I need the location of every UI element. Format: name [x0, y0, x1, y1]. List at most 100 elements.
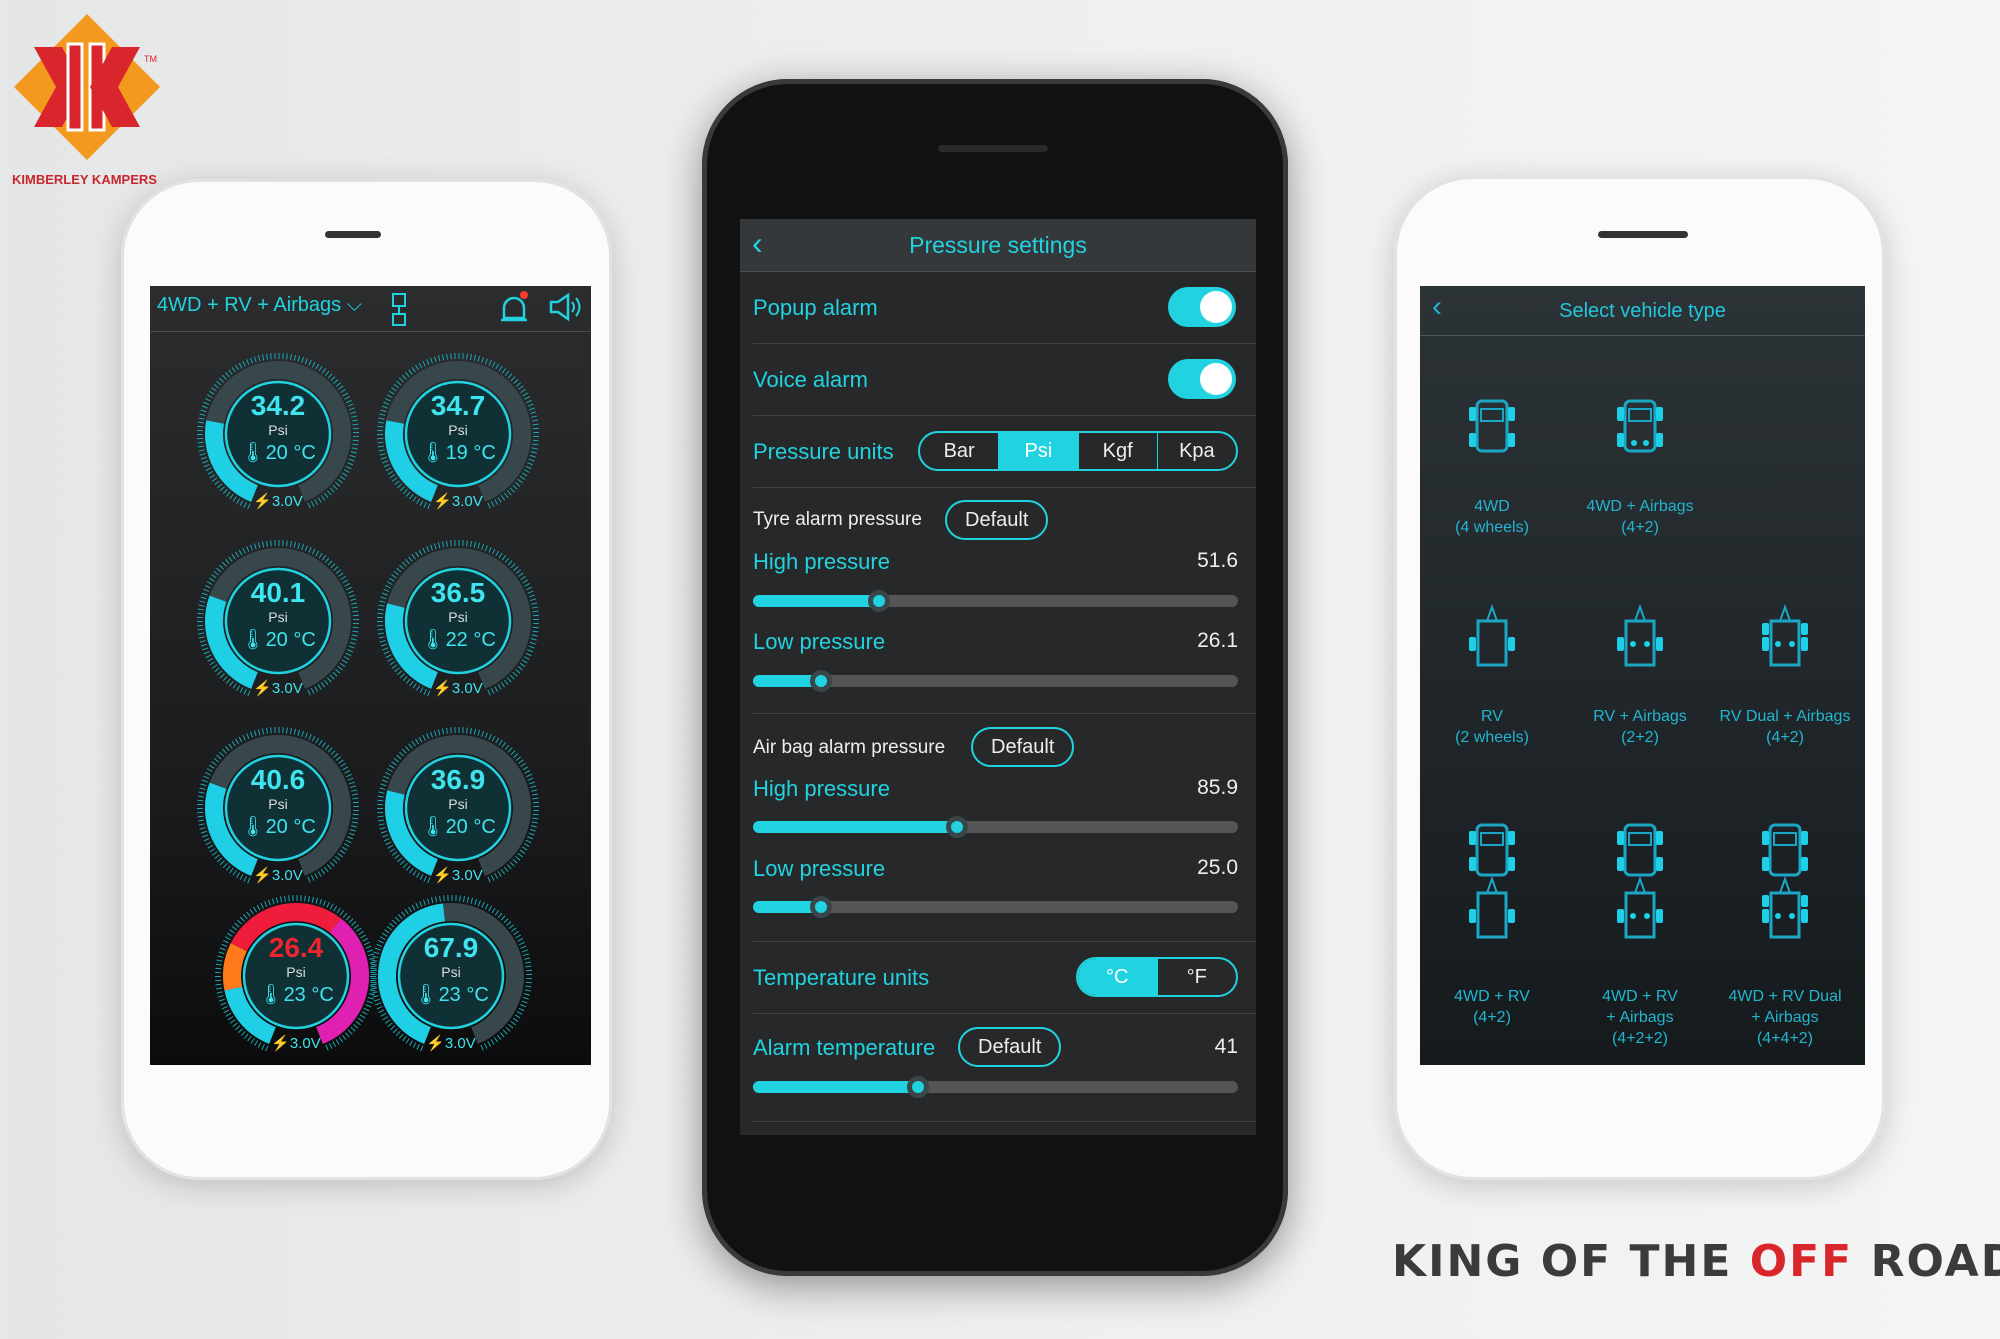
- alarm-temp-default-button[interactable]: Default: [958, 1027, 1062, 1067]
- vehicle-type-screen: ‹ Select vehicle type 4WD (4 wheels) 4WD +…: [1420, 286, 1865, 1065]
- unit-celsius[interactable]: °C: [1078, 959, 1157, 995]
- airbag-high-label: High pressure: [753, 776, 890, 801]
- temperature-value: 🌡20 °C: [240, 442, 316, 464]
- tpms-dashboard-screen: 4WD + RV + Airbags ⌵ 34.2 Psi 🌡20 °C ⚡3.0V 3…: [150, 286, 591, 1065]
- tyre-default-button[interactable]: Default: [945, 500, 1049, 540]
- vehicle-type-option[interactable]: 4WD + RV (4+2): [1422, 798, 1562, 1028]
- vehicle-type-label: (4 wheels): [1455, 519, 1529, 536]
- alarm-temp-value: 41: [1214, 1035, 1238, 1058]
- tyre-high-value: 51.6: [1197, 549, 1238, 572]
- airbag-low-value: 25.0: [1197, 856, 1238, 879]
- vehicle-type-option[interactable]: 4WD + RV Dual + Airbags (4+4+2): [1715, 798, 1855, 1049]
- pressure-units-segmented: Bar Psi Kgf Kpa: [918, 431, 1238, 471]
- tyre-high-slider[interactable]: [753, 590, 1238, 612]
- divider: [753, 1013, 1256, 1014]
- pressure-unit: Psi: [441, 964, 461, 980]
- brand-name: KIMBERLEY KAMPERS: [12, 172, 157, 187]
- tire-gauge[interactable]: 34.2 Psi 🌡20 °C ⚡3.0V: [188, 344, 368, 524]
- battery-voltage: ⚡3.0V: [433, 493, 483, 510]
- pressure-unit: Psi: [268, 796, 288, 812]
- tyre-low-slider[interactable]: [753, 670, 1238, 692]
- alarm-temp-label: Alarm temperature: [753, 1035, 936, 1060]
- tire-gauge[interactable]: 36.9 Psi 🌡20 °C ⚡3.0V: [368, 718, 548, 898]
- speaker-icon[interactable]: [548, 292, 582, 322]
- battery-voltage: ⚡3.0V: [253, 867, 303, 884]
- vehicle-type-label: (4+2): [1766, 729, 1804, 746]
- vehicle-type-label: RV Dual + Airbags: [1719, 708, 1851, 725]
- vehicle-type-icon: [1570, 798, 1710, 978]
- brand-logo: TM KIMBERLEY KAMPERS: [12, 12, 162, 192]
- vehicle-title: Select vehicle type: [1559, 300, 1726, 322]
- vehicle-type-label: (2 wheels): [1455, 729, 1529, 746]
- vehicle-dropdown[interactable]: 4WD + RV + Airbags ⌵: [157, 294, 362, 317]
- tire-gauge[interactable]: 36.5 Psi 🌡22 °C ⚡3.0V: [368, 531, 548, 711]
- battery-voltage: ⚡3.0V: [433, 867, 483, 884]
- tire-gauge[interactable]: 34.7 Psi 🌡19 °C ⚡3.0V: [368, 344, 548, 524]
- top-bar: 4WD + RV + Airbags ⌵: [150, 286, 591, 332]
- airbag-high-slider[interactable]: [753, 816, 1238, 838]
- slider-thumb[interactable]: [906, 1076, 929, 1098]
- vehicle-type-icon: [1715, 578, 1855, 698]
- chevron-down-icon: ⌵: [346, 294, 362, 316]
- vehicle-header: ‹ Select vehicle type: [1420, 286, 1865, 336]
- unit-bar[interactable]: Bar: [920, 433, 998, 469]
- vehicle-type-option[interactable]: 4WD (4 wheels): [1422, 368, 1562, 538]
- tire-gauge[interactable]: 40.6 Psi 🌡20 °C ⚡3.0V: [188, 718, 368, 898]
- vehicle-type-label: (4+2): [1621, 519, 1659, 536]
- airbag-high-value: 85.9: [1197, 776, 1238, 799]
- pressure-value: 36.9: [430, 764, 486, 795]
- temperature-value: 🌡20 °C: [240, 629, 316, 651]
- pressure-value: 34.2: [250, 390, 306, 421]
- slider-thumb[interactable]: [809, 896, 832, 918]
- tire-gauge[interactable]: 40.1 Psi 🌡20 °C ⚡3.0V: [188, 531, 368, 711]
- tire-gauge[interactable]: 26.4 Psi 🌡23 °C ⚡3.0V: [206, 886, 386, 1065]
- vehicle-type-option[interactable]: RV + Airbags (2+2): [1570, 578, 1710, 748]
- kk-logo-icon: [14, 14, 160, 160]
- vehicle-type-label: 4WD + RV: [1454, 988, 1530, 1005]
- vehicle-type-icon: [1422, 578, 1562, 698]
- slider-thumb[interactable]: [809, 670, 832, 692]
- pressure-unit: Psi: [268, 609, 288, 625]
- vehicle-type-option[interactable]: RV (2 wheels): [1422, 578, 1562, 748]
- tire-gauge[interactable]: 67.9 Psi 🌡23 °C ⚡3.0V: [361, 886, 541, 1065]
- temp-units-label: Temperature units: [753, 965, 930, 990]
- unit-kpa[interactable]: Kpa: [1156, 433, 1236, 469]
- settings-title: Pressure settings: [909, 232, 1087, 258]
- unit-kgf[interactable]: Kgf: [1077, 433, 1157, 469]
- vehicle-type-option[interactable]: RV Dual + Airbags (4+2): [1715, 578, 1855, 748]
- speaker-grille: [325, 231, 381, 238]
- temp-units-segmented: °C °F: [1076, 957, 1238, 997]
- vehicle-dropdown-label: 4WD + RV + Airbags: [157, 294, 342, 316]
- trademark: TM: [144, 54, 157, 64]
- divider: [753, 343, 1256, 344]
- pressure-value: 67.9: [423, 932, 479, 963]
- pressure-value: 34.7: [430, 390, 486, 421]
- alarm-temp-slider[interactable]: [753, 1076, 1238, 1098]
- vehicle-type-icon: [1422, 798, 1562, 978]
- vehicle-type-option[interactable]: 4WD + RV + Airbags (4+2+2): [1570, 798, 1710, 1049]
- vehicle-type-option[interactable]: 4WD + Airbags (4+2): [1570, 368, 1710, 538]
- vehicle-type-label: (4+4+2): [1756, 1030, 1814, 1047]
- unit-fahrenheit[interactable]: °F: [1156, 959, 1237, 995]
- battery-voltage: ⚡3.0V: [271, 1035, 321, 1052]
- speaker-grille: [938, 145, 1048, 152]
- vehicle-layout-icon[interactable]: [390, 292, 408, 328]
- slider-thumb[interactable]: [868, 590, 891, 612]
- vehicle-type-icon: [1570, 368, 1710, 488]
- airbag-default-button[interactable]: Default: [971, 727, 1075, 767]
- settings-header: ‹ Pressure settings: [740, 219, 1256, 272]
- battery-voltage: ⚡3.0V: [253, 680, 303, 697]
- unit-psi[interactable]: Psi: [998, 433, 1078, 469]
- vehicle-type-label: + Airbags: [1606, 1009, 1674, 1026]
- alarm-bell-icon[interactable]: [498, 290, 530, 324]
- tyre-low-label: Low pressure: [753, 629, 886, 654]
- voice-alarm-label: Voice alarm: [753, 367, 868, 392]
- popup-alarm-toggle[interactable]: [1168, 287, 1236, 327]
- speaker-grille: [1598, 231, 1688, 238]
- vehicle-type-icon: [1422, 368, 1562, 488]
- airbag-low-slider[interactable]: [753, 896, 1238, 918]
- pressure-settings-screen: ‹ Pressure settings Popup alarm Voice al…: [740, 219, 1256, 1135]
- voice-alarm-toggle[interactable]: [1168, 359, 1236, 399]
- vehicle-type-label: + Airbags: [1751, 1009, 1819, 1026]
- slider-thumb[interactable]: [945, 816, 968, 838]
